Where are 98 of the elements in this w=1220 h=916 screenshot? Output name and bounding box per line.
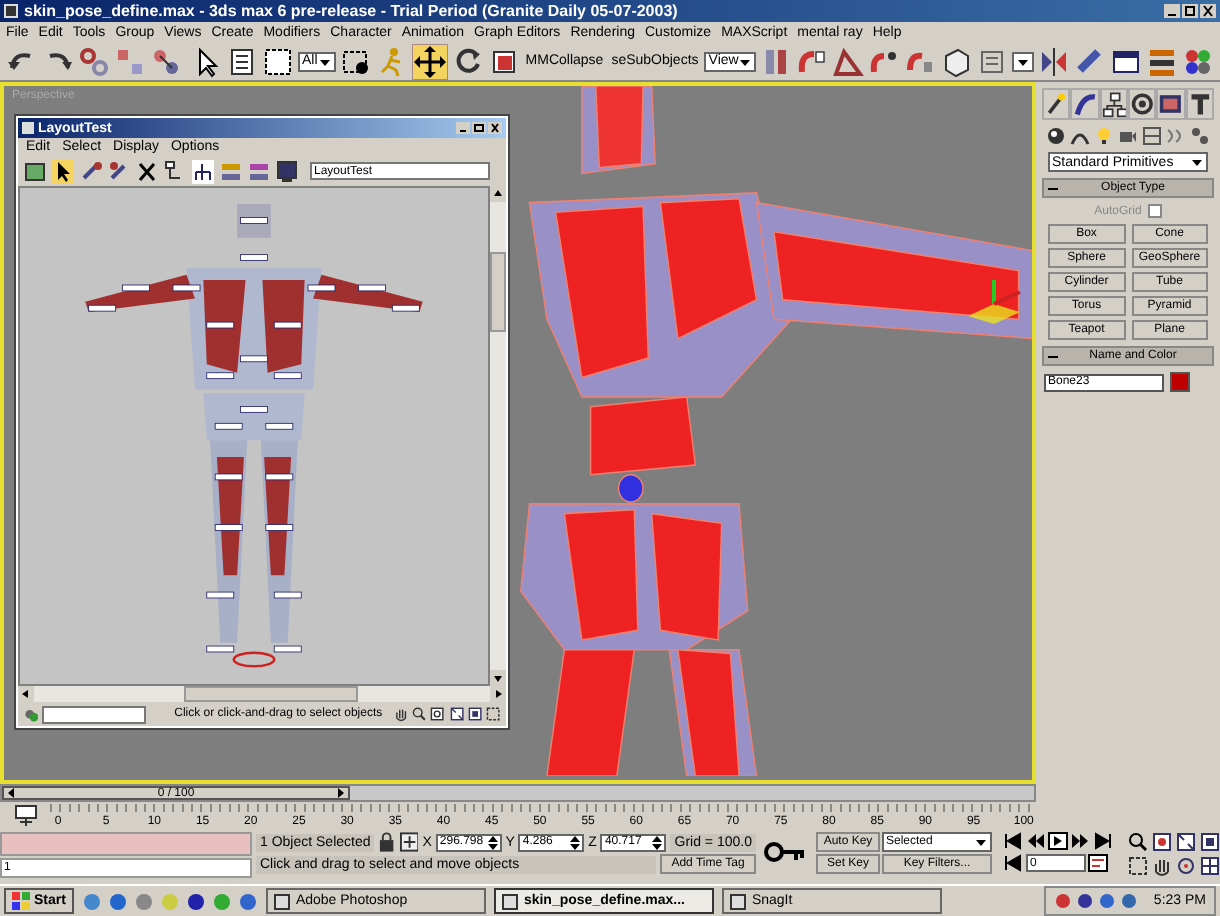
scroll-down-icon[interactable] (490, 670, 506, 686)
hierarchy-icon[interactable] (164, 159, 186, 183)
list-edit-icon[interactable] (248, 159, 270, 183)
zoom-selected-icon[interactable] (467, 704, 482, 724)
select-by-name-icon[interactable] (226, 45, 258, 77)
cameras-icon[interactable] (1118, 126, 1138, 146)
bind-icon[interactable] (150, 45, 182, 77)
layout-icon[interactable] (24, 159, 46, 183)
spinner-icon[interactable] (570, 833, 581, 851)
remove-bone-icon[interactable] (108, 159, 130, 183)
create-icon[interactable] (1042, 88, 1071, 120)
lights-icon[interactable] (1094, 126, 1114, 146)
scroll-left-icon[interactable] (18, 686, 34, 702)
scrollbar-thumb[interactable] (184, 686, 358, 702)
zoom-region-icon[interactable] (1128, 856, 1148, 876)
next-frame-icon[interactable] (1070, 832, 1090, 850)
zoom-extents-icon[interactable] (449, 704, 464, 724)
hierarchy-icon[interactable] (1099, 88, 1128, 120)
select-arrow-icon[interactable] (52, 159, 74, 183)
app-icon (22, 122, 34, 134)
space-warps-icon[interactable] (1166, 126, 1186, 146)
horizontal-scrollbar[interactable] (18, 686, 506, 702)
monitor-icon[interactable] (276, 159, 298, 183)
maximize-icon[interactable] (472, 122, 486, 134)
minimize-icon[interactable] (456, 122, 470, 134)
scale-icon[interactable] (487, 45, 520, 77)
maximize-view-icon[interactable] (485, 704, 500, 724)
magnet-icon[interactable] (796, 45, 829, 77)
time-configuration-icon[interactable] (1088, 854, 1108, 872)
align-icon[interactable] (1074, 45, 1107, 77)
pan-hand-icon[interactable] (394, 704, 409, 724)
modify-icon[interactable] (1070, 88, 1100, 120)
close-icon[interactable] (1200, 4, 1216, 18)
arrow-right-icon (335, 786, 346, 800)
app-icon (4, 4, 18, 18)
rectangle-region-icon[interactable] (262, 45, 294, 77)
geometry-icon[interactable] (1046, 126, 1066, 146)
angle-snap-icon[interactable] (832, 45, 865, 77)
window-title: skin_pose_define.max - 3ds max 6 pre-release - Trial Period (Granite Daily 05-07-2003) (24, 2, 678, 20)
zoom-extents-all-icon[interactable] (1200, 832, 1220, 852)
app-icon (501, 893, 518, 909)
zoom-icon[interactable] (412, 704, 427, 724)
maximize-toggle-icon[interactable] (1200, 856, 1220, 876)
dropdown-arrow-icon (974, 834, 988, 850)
arrow-left-icon (6, 786, 16, 800)
link-icon[interactable] (78, 45, 110, 77)
windows-logo-icon (12, 892, 30, 910)
move-icon[interactable] (411, 43, 448, 79)
mirror-icon[interactable] (1038, 45, 1071, 77)
list-icon[interactable] (220, 159, 242, 183)
maxscript-listener-field[interactable] (0, 832, 252, 856)
spinner-icon[interactable] (487, 833, 498, 851)
zoom-icon[interactable] (1128, 832, 1148, 852)
collapse-icon (1048, 353, 1058, 359)
rotate-icon[interactable] (451, 45, 484, 77)
go-to-end-icon[interactable] (1092, 832, 1112, 850)
zoom-extents-icon[interactable] (1176, 832, 1196, 852)
spinner-icon[interactable] (652, 833, 663, 851)
gizmo-icon (964, 276, 1024, 324)
box-icon[interactable] (940, 45, 973, 77)
delete-icon[interactable] (136, 159, 158, 183)
named-selection-icon[interactable] (976, 45, 1009, 77)
close-icon[interactable] (488, 122, 502, 134)
track-bar-icon[interactable] (14, 804, 38, 828)
play-icon[interactable] (1048, 832, 1068, 850)
window-icon[interactable] (1110, 45, 1143, 77)
add-bone-icon[interactable] (80, 159, 102, 183)
lock-icon[interactable] (378, 832, 396, 852)
window-crossing-icon[interactable] (339, 45, 372, 77)
app-icon (729, 893, 746, 909)
named-selection-dropdown[interactable] (1012, 51, 1035, 71)
collapse-icon (1048, 185, 1058, 191)
color-swatch[interactable] (1170, 372, 1190, 392)
absolute-mode-icon[interactable] (399, 832, 419, 852)
previous-frame-icon[interactable] (1026, 832, 1046, 850)
schematic-canvas[interactable] (18, 186, 490, 686)
maximize-icon[interactable] (1182, 4, 1198, 18)
zoom-all-icon[interactable] (1152, 832, 1172, 852)
dropdown-arrow-icon (1190, 154, 1204, 170)
tree-icon[interactable] (192, 159, 214, 183)
display-icon[interactable] (1156, 88, 1186, 120)
arc-rotate-icon[interactable] (1176, 856, 1196, 876)
autogrid-checkbox[interactable] (1147, 204, 1162, 218)
input-field[interactable] (42, 705, 147, 723)
go-to-start-icon[interactable] (1004, 832, 1024, 850)
material-spheres-icon[interactable] (1182, 45, 1215, 77)
helpers-icon[interactable] (1142, 126, 1162, 146)
pan-hand-icon[interactable] (1152, 856, 1172, 876)
utilities-icon[interactable] (1185, 88, 1214, 120)
scrollbar-thumb[interactable] (490, 252, 506, 332)
scroll-right-icon[interactable] (490, 686, 506, 702)
scroll-up-icon[interactable] (490, 186, 506, 202)
motion-icon[interactable] (1127, 88, 1157, 120)
app-icon (273, 893, 290, 909)
systems-icon[interactable] (1190, 126, 1210, 146)
minimize-icon[interactable] (1164, 4, 1180, 18)
zoom-region-icon[interactable] (430, 704, 446, 724)
key-mode-toggle-icon[interactable] (1004, 854, 1024, 872)
